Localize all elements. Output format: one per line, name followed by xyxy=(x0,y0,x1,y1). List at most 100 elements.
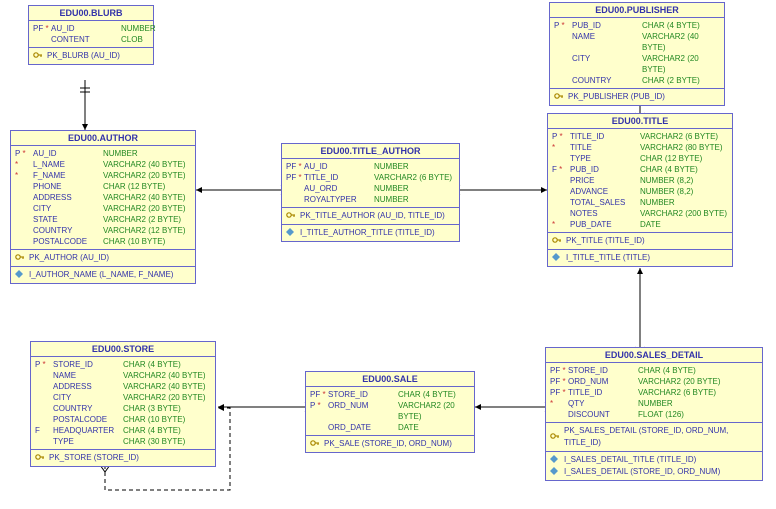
column-flags xyxy=(35,403,53,414)
column-row: TYPECHAR (12 BYTE) xyxy=(552,153,728,164)
column-row: P *STORE_IDCHAR (4 BYTE) xyxy=(35,359,211,370)
column-name: PUB_ID xyxy=(570,164,640,175)
entity-title: EDU00.PUBLISHER xyxy=(550,3,724,18)
column-flags xyxy=(554,31,572,53)
key-icon xyxy=(554,91,568,103)
column-type: DATE xyxy=(398,422,470,433)
column-name: AU_ID xyxy=(51,23,121,34)
column-name: NAME xyxy=(53,370,123,381)
column-flags xyxy=(35,370,53,381)
column-type: VARCHAR2 (6 BYTE) xyxy=(640,131,728,142)
column-type: DATE xyxy=(640,219,728,230)
column-name: AU_ORD xyxy=(304,183,374,194)
entity-author: EDU00.AUTHOR P *AU_IDNUMBER*L_NAMEVARCHA… xyxy=(10,130,196,284)
entity-title: EDU00.BLURB xyxy=(29,6,153,21)
key-row: PK_STORE (STORE_ID) xyxy=(35,452,211,464)
column-row: NOTESVARCHAR2 (200 BYTE) xyxy=(552,208,728,219)
key-icon xyxy=(15,252,29,264)
column-row: P *TITLE_IDVARCHAR2 (6 BYTE) xyxy=(552,131,728,142)
column-row: COUNTRYVARCHAR2 (12 BYTE) xyxy=(15,225,191,236)
column-row: POSTALCODECHAR (10 BYTE) xyxy=(15,236,191,247)
column-type: VARCHAR2 (20 BYTE) xyxy=(103,170,191,181)
column-flags xyxy=(286,194,304,205)
key-row: PK_TITLE (TITLE_ID) xyxy=(552,235,728,247)
column-flags: P * xyxy=(35,359,53,370)
column-row: *PUB_DATEDATE xyxy=(552,219,728,230)
column-type: CHAR (4 BYTE) xyxy=(123,425,211,436)
column-row: ORD_DATEDATE xyxy=(310,422,470,433)
column-name: POSTALCODE xyxy=(53,414,123,425)
column-name: HEADQUARTER xyxy=(53,425,123,436)
column-name: COUNTRY xyxy=(53,403,123,414)
key-row: PK_SALE (STORE_ID, ORD_NUM) xyxy=(310,438,470,450)
column-name: TITLE_ID xyxy=(568,387,638,398)
column-type: VARCHAR2 (200 BYTE) xyxy=(640,208,728,219)
key-text: I_SALES_DETAIL_TITLE (TITLE_ID) xyxy=(564,454,696,466)
column-name: STORE_ID xyxy=(53,359,123,370)
column-name: COUNTRY xyxy=(33,225,103,236)
column-flags xyxy=(35,381,53,392)
column-row: F *PUB_IDCHAR (4 BYTE) xyxy=(552,164,728,175)
column-flags: PF * xyxy=(550,376,568,387)
column-type: NUMBER xyxy=(640,197,728,208)
column-name: ORD_NUM xyxy=(328,400,398,422)
column-type: VARCHAR2 (20 BYTE) xyxy=(123,392,211,403)
divider xyxy=(11,266,195,267)
column-type: VARCHAR2 (40 BYTE) xyxy=(123,370,211,381)
column-type: VARCHAR2 (40 BYTE) xyxy=(103,192,191,203)
column-row: *L_NAMEVARCHAR2 (40 BYTE) xyxy=(15,159,191,170)
column-type: FLOAT (126) xyxy=(638,409,758,420)
column-type: VARCHAR2 (20 BYTE) xyxy=(103,203,191,214)
key-icon xyxy=(552,235,566,247)
column-flags: PF * xyxy=(286,161,304,172)
column-flags xyxy=(15,225,33,236)
column-type: CHAR (30 BYTE) xyxy=(123,436,211,447)
column-row: NAMEVARCHAR2 (40 BYTE) xyxy=(554,31,720,53)
column-row: PF *AU_IDNUMBER xyxy=(33,23,149,34)
column-type: CHAR (2 BYTE) xyxy=(642,75,720,86)
column-type: CHAR (12 BYTE) xyxy=(103,181,191,192)
column-name: ADDRESS xyxy=(53,381,123,392)
column-row: ADDRESSVARCHAR2 (40 BYTE) xyxy=(35,381,211,392)
entity-blurb: EDU00.BLURB PF *AU_IDNUMBER CONTENTCLOB … xyxy=(28,5,154,65)
column-type: CHAR (4 BYTE) xyxy=(642,20,720,31)
column-flags: F * xyxy=(552,164,570,175)
entity-title: EDU00.TITLE P *TITLE_IDVARCHAR2 (6 BYTE)… xyxy=(547,113,733,267)
column-row: *F_NAMEVARCHAR2 (20 BYTE) xyxy=(15,170,191,181)
column-type: NUMBER xyxy=(374,161,455,172)
column-row: COUNTRYCHAR (3 BYTE) xyxy=(35,403,211,414)
column-flags: P * xyxy=(552,131,570,142)
key-text: PK_PUBLISHER (PUB_ID) xyxy=(568,91,665,103)
column-type: NUMBER xyxy=(374,183,455,194)
key-icon xyxy=(550,431,564,443)
column-flags: * xyxy=(15,159,33,170)
column-type: CHAR (12 BYTE) xyxy=(640,153,728,164)
key-text: PK_AUTHOR (AU_ID) xyxy=(29,252,109,264)
column-name: AU_ID xyxy=(304,161,374,172)
column-name: POSTALCODE xyxy=(33,236,103,247)
column-type: NUMBER xyxy=(103,148,191,159)
column-type: VARCHAR2 (80 BYTE) xyxy=(640,142,728,153)
column-name: NOTES xyxy=(570,208,640,219)
column-name: PRICE xyxy=(570,175,640,186)
column-flags xyxy=(552,197,570,208)
column-type: VARCHAR2 (20 BYTE) xyxy=(398,400,470,422)
column-flags xyxy=(35,436,53,447)
column-row: PRICENUMBER (8,2) xyxy=(552,175,728,186)
column-flags xyxy=(35,392,53,403)
column-flags xyxy=(554,75,572,86)
divider xyxy=(546,451,762,452)
column-type: CHAR (4 BYTE) xyxy=(638,365,758,376)
column-flags xyxy=(552,186,570,197)
column-flags xyxy=(552,175,570,186)
column-row: STATEVARCHAR2 (2 BYTE) xyxy=(15,214,191,225)
key-row: I_AUTHOR_NAME (L_NAME, F_NAME) xyxy=(15,269,191,281)
column-row: PHONECHAR (12 BYTE) xyxy=(15,181,191,192)
column-name: PUB_DATE xyxy=(570,219,640,230)
column-row: CONTENTCLOB xyxy=(33,34,149,45)
column-row: ROYALTYPERNUMBER xyxy=(286,194,455,205)
column-type: CHAR (10 BYTE) xyxy=(103,236,191,247)
column-name: TYPE xyxy=(53,436,123,447)
column-flags xyxy=(15,203,33,214)
column-name: ORD_DATE xyxy=(328,422,398,433)
